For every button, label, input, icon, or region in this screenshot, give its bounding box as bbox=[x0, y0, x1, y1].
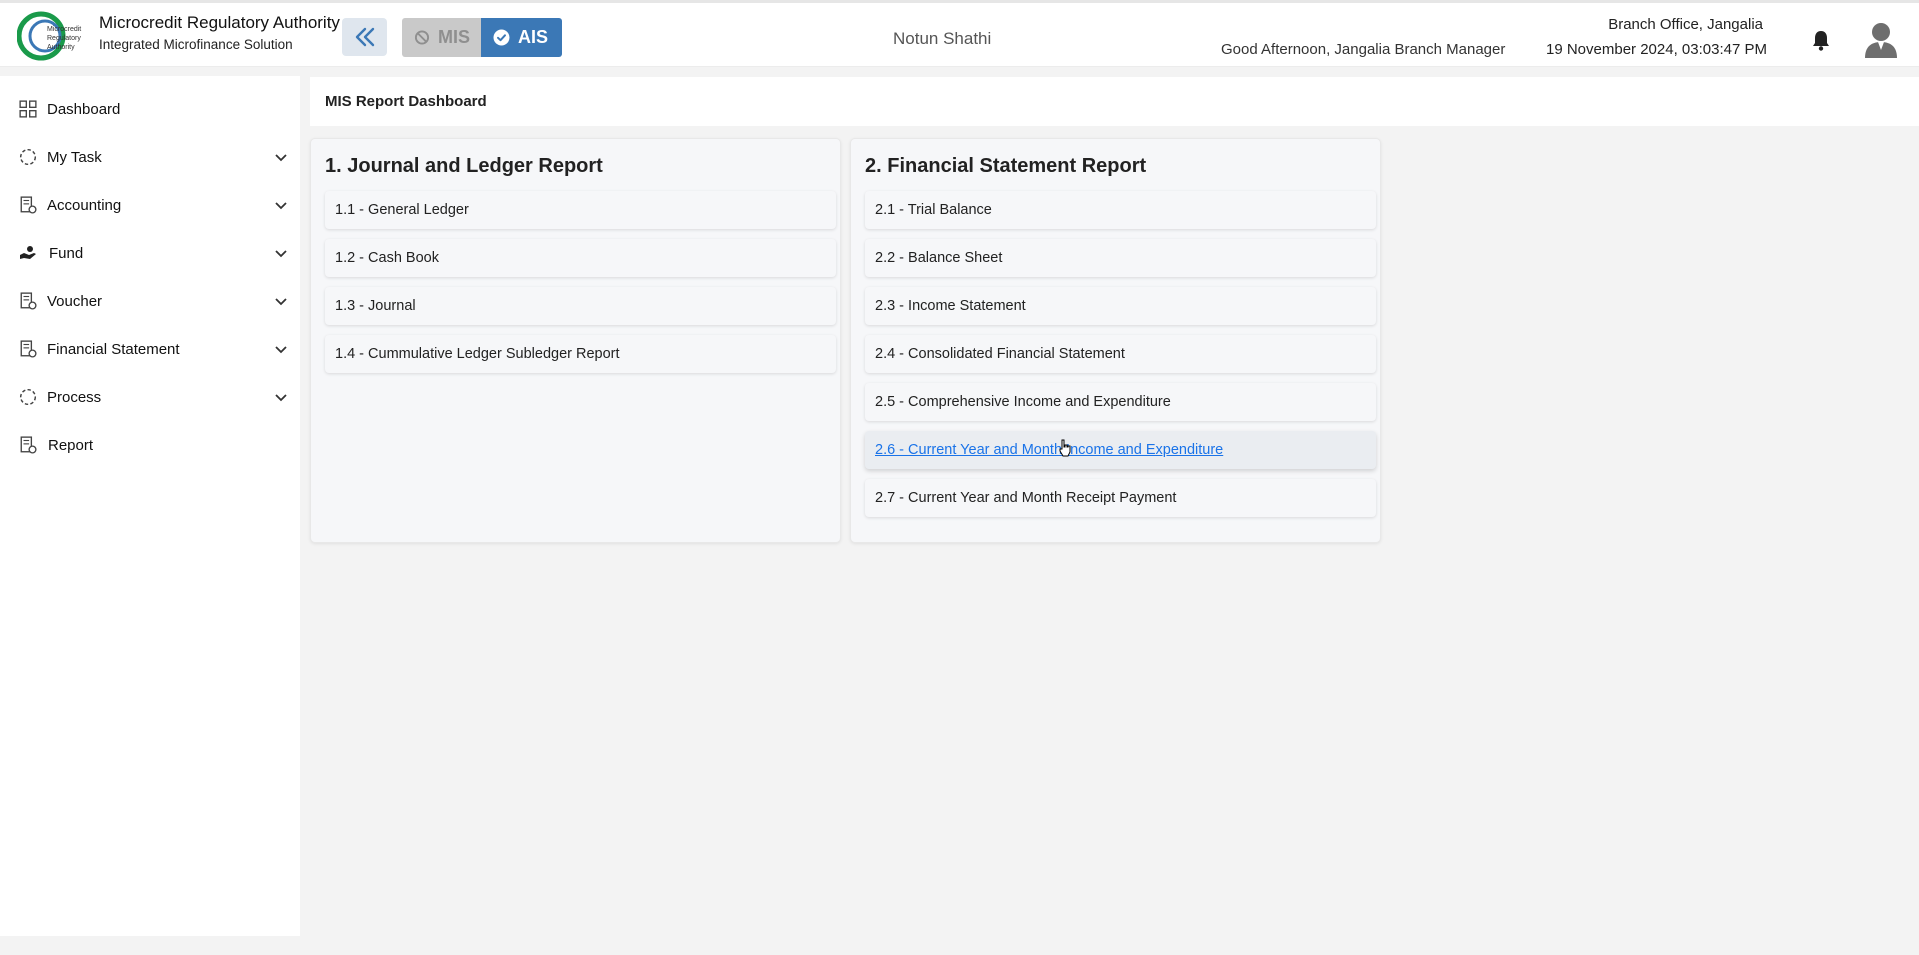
financial-statement-report-card: 2. Financial Statement Report 2.1 - Tria… bbox=[850, 138, 1381, 543]
check-circle-icon bbox=[493, 29, 510, 46]
ledger-icon bbox=[20, 436, 37, 454]
dashed-circle-icon bbox=[19, 148, 37, 166]
top-header: Microcredit Regulatory Authority Microcr… bbox=[0, 0, 1919, 67]
sidebar-item-label: Fund bbox=[49, 244, 84, 262]
sidebar-item-label: Report bbox=[48, 436, 94, 454]
sidebar-item-label: My Task bbox=[47, 148, 102, 166]
mode-ais-button[interactable]: AIS bbox=[481, 18, 562, 57]
sidebar-item-accounting[interactable]: Accounting bbox=[0, 185, 300, 225]
report-link-general-ledger[interactable]: 1.1 - General Ledger bbox=[325, 191, 836, 229]
org-name: Microcredit Regulatory Authority bbox=[99, 13, 340, 32]
report-link-balance-sheet[interactable]: 2.2 - Balance Sheet bbox=[865, 239, 1376, 277]
report-link-current-year-month-receipt-payment[interactable]: 2.7 - Current Year and Month Receipt Pay… bbox=[865, 479, 1376, 517]
svg-text:Microcredit: Microcredit bbox=[47, 26, 81, 33]
chevron-down-icon bbox=[275, 346, 287, 354]
svg-text:Authority: Authority bbox=[47, 44, 75, 51]
report-link-cumulative-ledger-subledger[interactable]: 1.4 - Cummulative Ledger Subledger Repor… bbox=[325, 335, 836, 373]
user-avatar-icon[interactable] bbox=[1863, 20, 1899, 58]
sidebar-item-label: Process bbox=[47, 388, 102, 406]
chevron-down-icon bbox=[275, 250, 287, 258]
branch-name: Branch Office, Jangalia bbox=[1608, 16, 1763, 33]
journal-ledger-report-card: 1. Journal and Ledger Report 1.1 - Gener… bbox=[310, 138, 841, 543]
sidebar-item-dashboard[interactable]: Dashboard bbox=[0, 89, 300, 129]
report-link-cash-book[interactable]: 1.2 - Cash Book bbox=[325, 239, 836, 277]
grid-icon bbox=[19, 100, 37, 118]
sidebar-item-label: Accounting bbox=[47, 196, 122, 214]
ledger-icon bbox=[20, 196, 37, 214]
sidebar: Dashboard My Task Accounting Fund Vouche… bbox=[0, 76, 300, 936]
sidebar-item-process[interactable]: Process bbox=[0, 377, 300, 417]
sidebar-item-report[interactable]: Report bbox=[0, 425, 300, 465]
collapse-sidebar-button[interactable] bbox=[342, 18, 387, 56]
chevron-down-icon bbox=[275, 298, 287, 306]
report-link-trial-balance[interactable]: 2.1 - Trial Balance bbox=[865, 191, 1376, 229]
chevron-down-icon bbox=[275, 154, 287, 162]
double-chevron-left-icon bbox=[355, 27, 374, 47]
page-title: MIS Report Dashboard bbox=[325, 93, 487, 110]
mode-mis-button[interactable]: MIS bbox=[402, 18, 482, 57]
chevron-down-icon bbox=[275, 394, 287, 402]
ledger-icon bbox=[20, 292, 37, 310]
card-title: 1. Journal and Ledger Report bbox=[325, 155, 603, 177]
mode-ais-label: AIS bbox=[518, 27, 549, 47]
mra-logo: Microcredit Regulatory Authority bbox=[17, 11, 81, 61]
sidebar-item-label: Financial Statement bbox=[47, 340, 180, 358]
org-subtitle: Integrated Microfinance Solution bbox=[99, 37, 293, 52]
report-link-journal[interactable]: 1.3 - Journal bbox=[325, 287, 836, 325]
sidebar-item-financial-statement[interactable]: Financial Statement bbox=[0, 329, 300, 369]
current-datetime: 19 November 2024, 03:03:47 PM bbox=[1546, 41, 1767, 58]
card-title: 2. Financial Statement Report bbox=[865, 155, 1147, 177]
ban-icon bbox=[414, 30, 430, 45]
page-title-bar: MIS Report Dashboard bbox=[310, 77, 1919, 126]
app-title: Notun Shathi bbox=[893, 29, 992, 48]
sidebar-item-label: Dashboard bbox=[47, 100, 121, 118]
report-link-income-statement[interactable]: 2.3 - Income Statement bbox=[865, 287, 1376, 325]
sidebar-item-my-task[interactable]: My Task bbox=[0, 137, 300, 177]
chevron-down-icon bbox=[275, 202, 287, 210]
ledger-icon bbox=[20, 340, 37, 358]
sidebar-item-label: Voucher bbox=[47, 292, 103, 310]
hand-coin-icon bbox=[20, 246, 36, 259]
svg-text:Regulatory: Regulatory bbox=[47, 35, 81, 42]
report-link-comprehensive-income-expenditure[interactable]: 2.5 - Comprehensive Income and Expenditu… bbox=[865, 383, 1376, 421]
report-link-consolidated-financial-statement[interactable]: 2.4 - Consolidated Financial Statement bbox=[865, 335, 1376, 373]
dashed-circle-icon bbox=[19, 388, 37, 406]
hand-pointer-cursor-icon bbox=[1059, 439, 1071, 457]
report-link-current-year-month-income-expenditure[interactable]: 2.6 - Current Year and Month Income and … bbox=[865, 431, 1376, 469]
sidebar-item-fund[interactable]: Fund bbox=[0, 233, 300, 273]
mode-mis-label: MIS bbox=[437, 27, 470, 47]
bell-icon[interactable] bbox=[1811, 29, 1831, 51]
sidebar-item-voucher[interactable]: Voucher bbox=[0, 281, 300, 321]
greeting-text: Good Afternoon, Jangalia Branch Manager bbox=[1221, 41, 1506, 58]
